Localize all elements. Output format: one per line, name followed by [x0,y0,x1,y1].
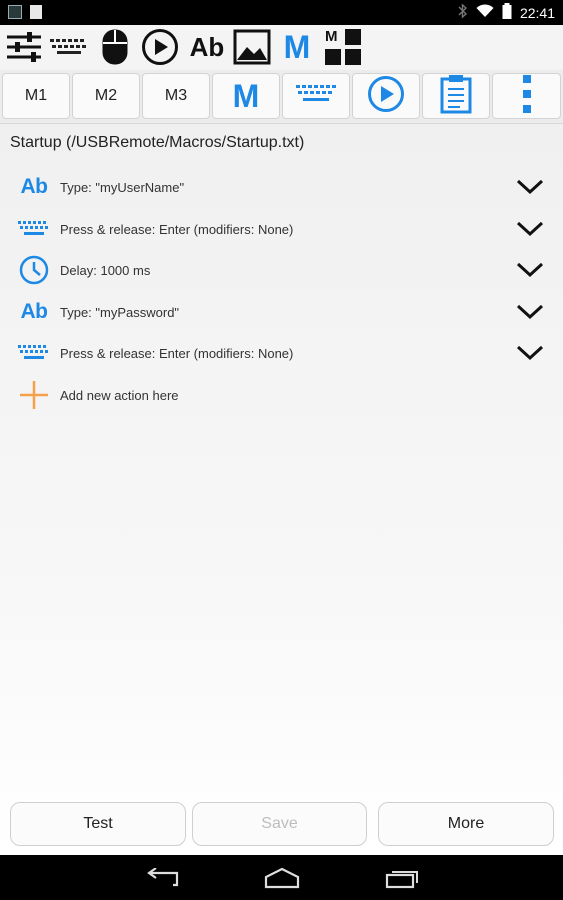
keyboard-icon[interactable] [48,28,90,66]
tool-strip: Ab M M [0,25,563,70]
action-row[interactable]: Press & release: Enter (modifiers: None) [0,209,563,249]
add-action-row[interactable]: Add new action here [0,375,563,415]
overflow-menu-button[interactable] [492,73,561,119]
clipboard-button[interactable] [422,73,490,119]
home-icon[interactable] [262,865,302,891]
test-button[interactable]: Test [10,802,186,846]
text-ab-icon: Ab [20,175,49,198]
play-button[interactable] [352,73,420,119]
play-icon[interactable] [140,28,180,66]
macro-m-icon: M [232,77,260,114]
action-row[interactable]: Ab Type: "myUserName" [0,167,563,207]
bluetooth-icon [458,3,468,22]
keyboard-icon [17,212,51,246]
action-label: Press & release: Enter (modifiers: None) [60,221,294,237]
keyboard-icon [17,336,51,370]
overflow-menu-icon [522,74,532,119]
action-label: Type: "myPassword" [60,304,180,320]
add-action-label: Add new action here [60,387,179,403]
sd-card-icon [30,5,42,19]
clipboard-icon [440,74,472,119]
play-icon [367,75,405,118]
m3-button[interactable]: M3 [142,73,210,119]
keyboard-button[interactable] [282,73,350,119]
chevron-down-icon[interactable] [515,338,545,368]
more-button[interactable]: More [378,802,554,846]
image-icon[interactable] [232,28,272,66]
mouse-icon[interactable] [98,28,132,66]
plus-icon [17,378,51,412]
macro-editor: Startup (/USBRemote/Macros/Startup.txt) … [0,124,563,855]
clock-icon [17,253,51,287]
macro-m-button[interactable]: M [212,73,280,119]
battery-icon [502,3,512,22]
m2-button[interactable]: M2 [72,73,140,119]
action-row[interactable]: Press & release: Enter (modifiers: None) [0,333,563,373]
macro-m-icon[interactable]: M [280,28,314,66]
save-button[interactable]: Save [192,802,367,846]
text-ab-icon[interactable]: Ab [186,28,228,66]
wifi-icon [476,4,494,21]
action-label: Type: "myUserName" [60,179,185,195]
action-row[interactable]: Ab Type: "myPassword" [0,292,563,332]
action-label: Press & release: Enter (modifiers: None) [60,345,294,361]
recent-apps-icon[interactable] [382,865,422,891]
chevron-down-icon[interactable] [515,172,545,202]
sliders-icon[interactable] [4,28,44,66]
chevron-down-icon[interactable] [515,255,545,285]
action-label: Delay: 1000 ms [60,262,151,278]
macro-grid-label: M [325,28,338,45]
m1-button[interactable]: M1 [2,73,70,119]
text-ab-icon: Ab [20,300,49,323]
action-row[interactable]: Delay: 1000 ms [0,250,563,290]
macro-toolbar: M1 M2 M3 M [0,70,563,124]
back-icon[interactable] [142,865,182,891]
app-notification-icon [8,5,22,19]
macro-grid-icon[interactable]: M [322,28,364,66]
macro-title: Startup (/USBRemote/Macros/Startup.txt) [10,134,305,151]
chevron-down-icon[interactable] [515,297,545,327]
keyboard-icon [295,83,337,110]
chevron-down-icon[interactable] [515,214,545,244]
navigation-bar [0,855,563,900]
clock-time: 22:41 [519,4,555,21]
status-bar: 22:41 [0,0,563,25]
